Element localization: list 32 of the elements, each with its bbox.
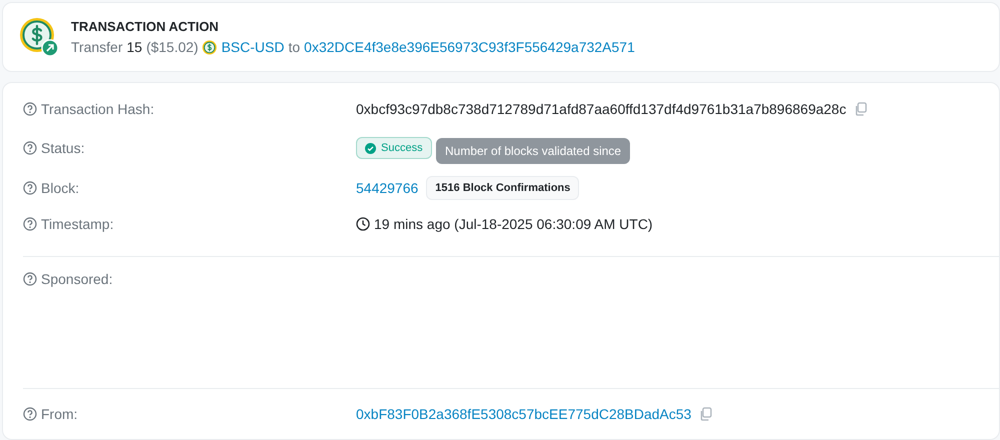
field-label: Transaction Hash: — [41, 100, 154, 117]
check-icon — [365, 142, 376, 154]
field-label: Status: — [41, 140, 85, 156]
address-link[interactable]: 0x32DCE4f3e8e396E56973C93f3F556429a732A571 — [304, 39, 635, 55]
usd-value: ($15.02) — [146, 39, 198, 55]
copy-icon[interactable] — [699, 406, 714, 420]
help-icon — [23, 272, 37, 286]
help-icon — [23, 102, 37, 116]
field-label: From: — [41, 406, 78, 422]
clock-icon — [356, 216, 370, 230]
copy-icon[interactable] — [854, 102, 868, 116]
field-label: Block: — [41, 180, 80, 196]
field-label: Timestamp: — [41, 216, 114, 232]
field-label: Sponsored: — [41, 270, 113, 286]
timestamp: 19 mins ago (Jul-18-2025 06:30:09 AM UTC) — [374, 216, 653, 232]
transfer-label: Transfer — [71, 39, 123, 55]
token-link[interactable]: BSC-USD — [221, 39, 284, 55]
confirmations-badge: 1516 Block Confirmations — [426, 176, 580, 200]
dollar-coin-icon — [202, 40, 218, 54]
dollar-coin-icon — [19, 17, 59, 57]
address-link[interactable]: 0xbF83F0B2a368fE5308c57bcEE775dC28BDadAc53 — [356, 406, 692, 422]
block-link[interactable]: 54429766 — [356, 180, 418, 196]
help-icon — [23, 216, 37, 230]
help-icon — [23, 141, 37, 156]
tooltip: Number of blocks validated since — [436, 138, 630, 164]
amount: 15 — [126, 39, 142, 55]
action-title: TRANSACTION ACTION — [71, 19, 220, 34]
to-label: to — [288, 39, 300, 55]
transaction-hash: 0xbcf93c97db8c738d712789d71afd87aa60ffd137df4d9761b31a7b896869a28c — [356, 100, 846, 117]
help-icon — [23, 180, 37, 195]
status-badge: Success — [356, 137, 432, 160]
help-icon — [23, 406, 37, 420]
